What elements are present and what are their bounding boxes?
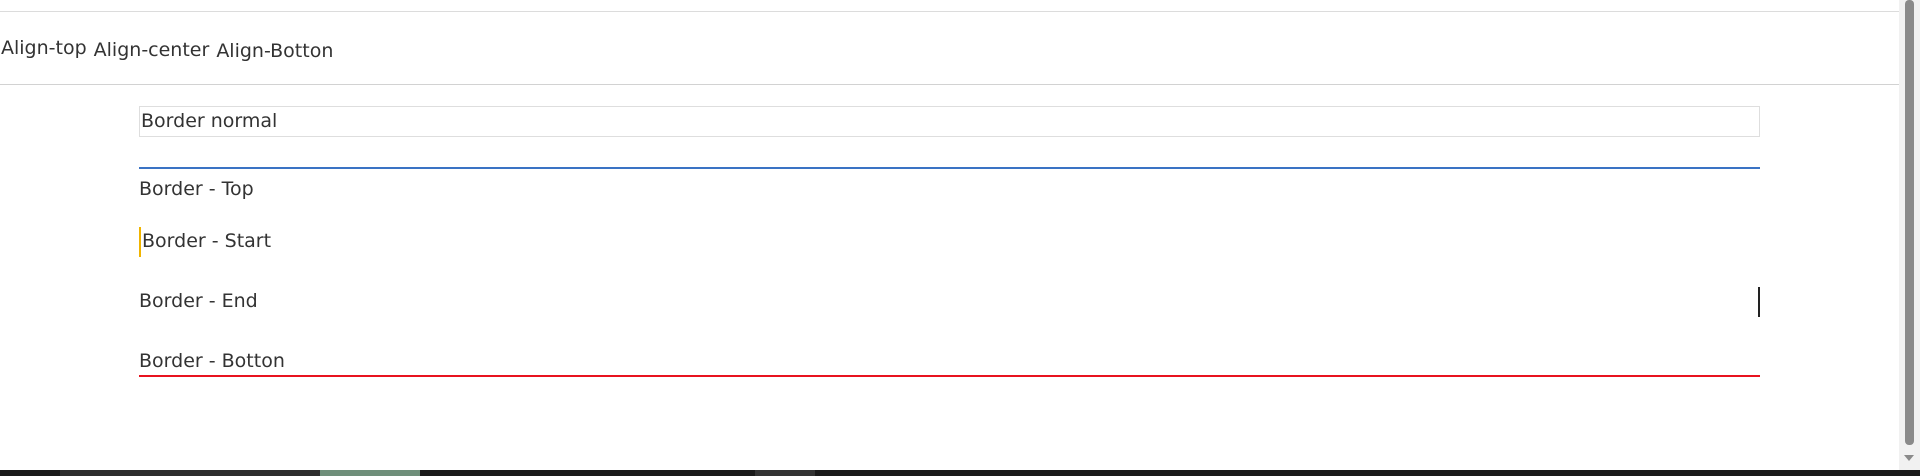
vertical-scrollbar[interactable] bbox=[1899, 0, 1920, 470]
border-normal-box: Border normal bbox=[139, 106, 1760, 137]
scroll-down-arrow-icon[interactable] bbox=[1904, 455, 1914, 461]
border-end-label: Border - End bbox=[139, 290, 258, 312]
align-center-label: Align-center bbox=[93, 39, 210, 61]
border-top-box: Border - Top bbox=[139, 167, 1760, 203]
align-top-label: Align-top bbox=[1, 37, 87, 59]
scrollbar-thumb[interactable] bbox=[1905, 0, 1914, 445]
align-bottom-label: Align-Botton bbox=[216, 40, 334, 62]
border-bottom-label: Border - Botton bbox=[139, 350, 285, 372]
border-top-label: Border - Top bbox=[139, 178, 254, 200]
border-start-box: Border - Start bbox=[139, 227, 1760, 257]
border-normal-label: Border normal bbox=[141, 110, 278, 132]
border-end-box: Border - End bbox=[139, 287, 1760, 317]
taskbar-thumbnail[interactable] bbox=[320, 470, 420, 476]
align-top-item: Align-top bbox=[0, 12, 93, 84]
alignment-row: Align-top Align-center Align-Botton bbox=[0, 12, 1899, 85]
align-bottom-item: Align-Botton bbox=[215, 12, 339, 84]
border-examples: Border normal Border - Top Border - Star… bbox=[139, 106, 1760, 377]
taskbar-item[interactable] bbox=[60, 470, 320, 476]
border-start-label: Border - Start bbox=[142, 230, 272, 252]
border-bottom-box: Border - Botton bbox=[139, 347, 1760, 377]
taskbar-item[interactable] bbox=[755, 470, 815, 476]
page-viewport: Align-top Align-center Align-Botton Bord… bbox=[0, 0, 1899, 470]
align-center-item: Align-center bbox=[93, 12, 216, 84]
taskbar-strip bbox=[0, 470, 1920, 476]
